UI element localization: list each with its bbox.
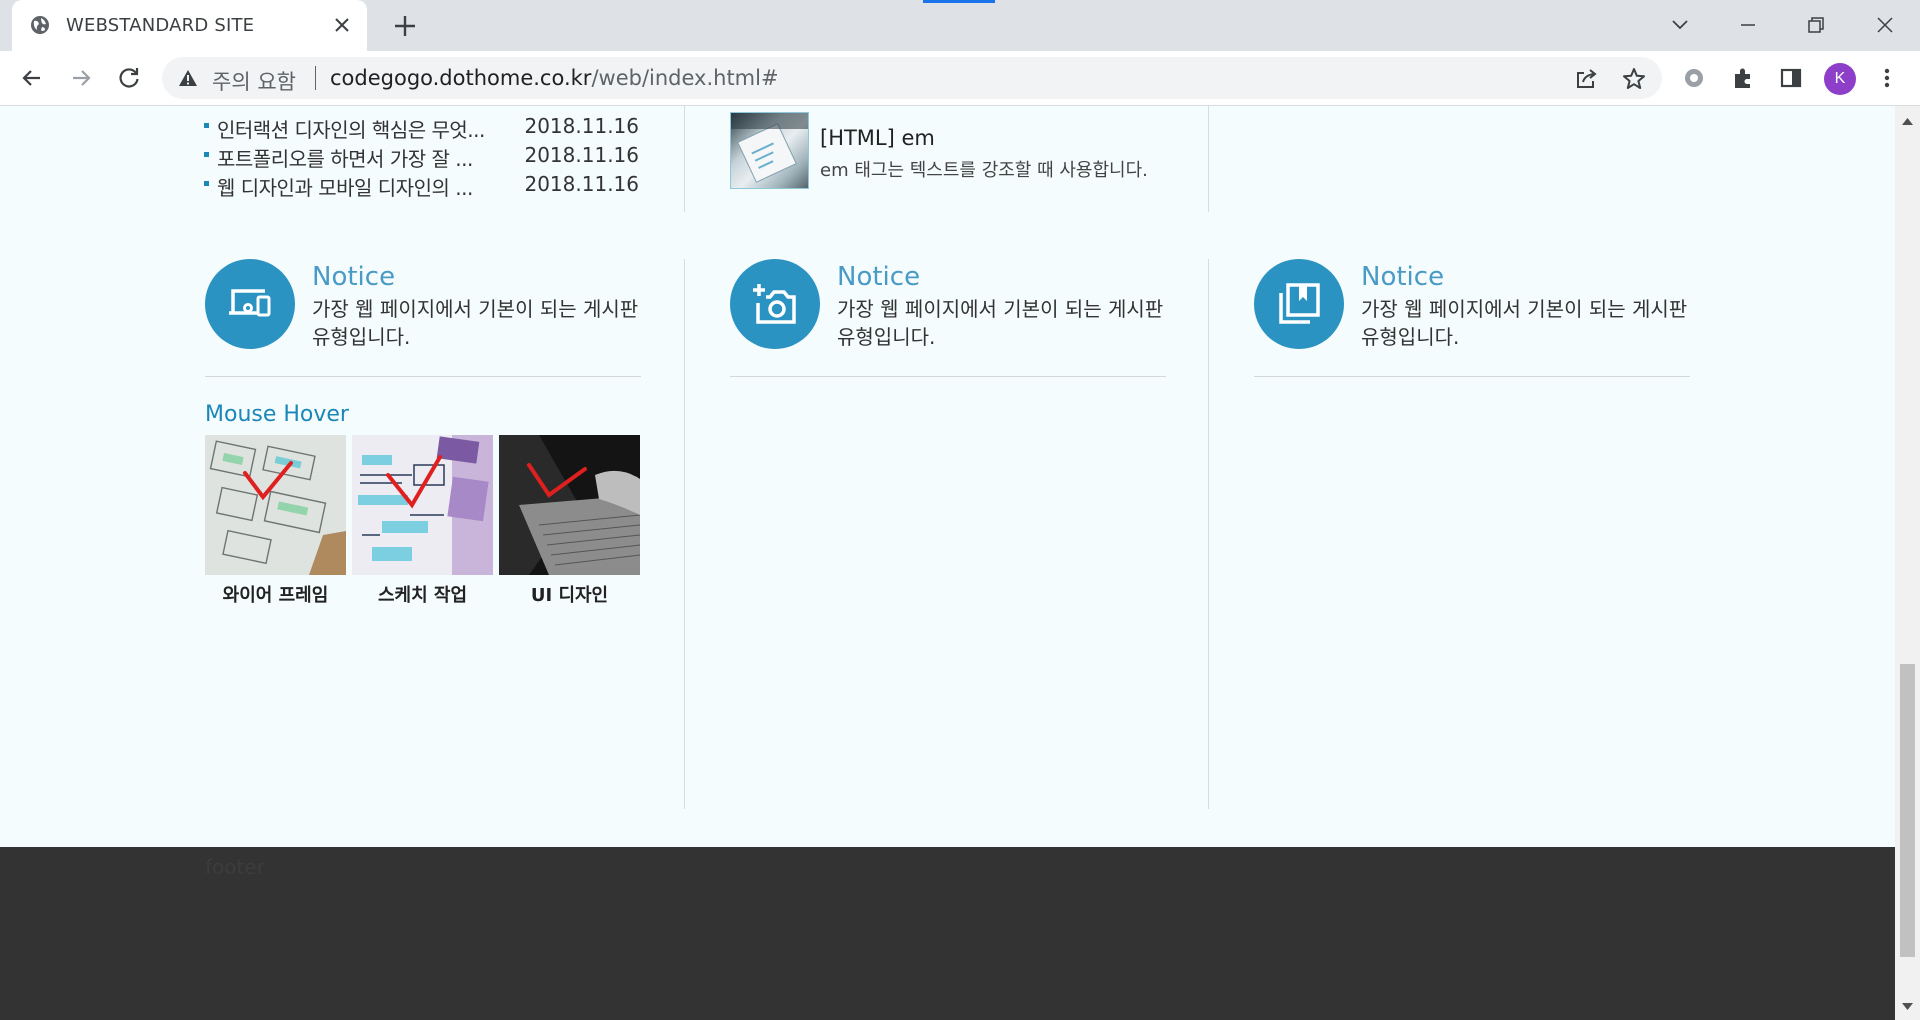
browser-toolbar: 주의 요함 codegogo.dothome.co.kr/web/index.h… bbox=[0, 51, 1920, 106]
more-menu-icon[interactable] bbox=[1873, 64, 1901, 92]
notice-title[interactable]: Notice bbox=[1361, 262, 1444, 292]
tab-strip: WEBSTANDARD SITE bbox=[0, 0, 1920, 51]
reload-icon[interactable] bbox=[115, 64, 143, 92]
notice-icon-circle bbox=[1254, 259, 1344, 349]
bullet bbox=[204, 181, 209, 186]
feature-description: em 태그는 텍스트를 강조할 때 사용합니다. bbox=[820, 160, 1148, 181]
gallery-item[interactable]: 스케치 작업 bbox=[352, 435, 493, 607]
scrollbar-thumb[interactable] bbox=[1900, 664, 1915, 957]
gallery-caption: UI 디자인 bbox=[530, 585, 609, 606]
new-tab-icon[interactable] bbox=[392, 13, 418, 39]
notice-title[interactable]: Notice bbox=[837, 262, 920, 292]
scroll-up-icon[interactable] bbox=[1901, 116, 1914, 126]
gallery-caption: 와이어 프레임 bbox=[222, 585, 329, 606]
globe-icon bbox=[31, 16, 49, 34]
column-divider bbox=[1208, 106, 1209, 212]
browser-tab[interactable]: WEBSTANDARD SITE bbox=[12, 0, 367, 51]
notice-description: 가장 웹 페이지에서 기본이 되는 게시판 유형입니다. bbox=[312, 297, 639, 349]
news-date: 2018.11.16 bbox=[524, 114, 639, 138]
list-item[interactable]: 인터랙션 디자인의 핵심은 무엇... 2018.11.16 bbox=[203, 112, 639, 143]
tab-search-icon[interactable] bbox=[1665, 10, 1695, 40]
news-date: 2018.11.16 bbox=[524, 172, 639, 196]
news-list: 인터랙션 디자인의 핵심은 무엇... 2018.11.16 포트폴리오를 하면… bbox=[203, 112, 639, 201]
page-viewport: 인터랙션 디자인의 핵심은 무엇... 2018.11.16 포트폴리오를 하면… bbox=[0, 106, 1895, 1020]
bullet bbox=[204, 152, 209, 157]
notice-description: 가장 웹 페이지에서 기본이 되는 게시판 유형입니다. bbox=[837, 297, 1164, 349]
notice-description: 가장 웹 페이지에서 기본이 되는 게시판 유형입니다. bbox=[1361, 297, 1688, 349]
list-item[interactable]: 웹 디자인과 모바일 디자인의 ... 2018.11.16 bbox=[203, 170, 639, 201]
gallery-title: Mouse Hover bbox=[205, 402, 349, 427]
forward-icon[interactable] bbox=[67, 64, 95, 92]
news-title[interactable]: 포트폴리오를 하면서 가장 잘 ... bbox=[217, 143, 473, 172]
notice-card[interactable]: Notice 가장 웹 페이지에서 기본이 되는 게시판 유형입니다. bbox=[205, 259, 641, 377]
notice-icon-circle bbox=[730, 259, 820, 349]
column-divider bbox=[1208, 259, 1209, 809]
column-divider bbox=[684, 259, 685, 809]
close-window-icon[interactable] bbox=[1870, 10, 1900, 40]
column-divider bbox=[684, 106, 685, 212]
footer-text: footer bbox=[205, 855, 265, 879]
address-bar[interactable]: 주의 요함 codegogo.dothome.co.kr/web/index.h… bbox=[162, 57, 1662, 99]
side-panel-icon[interactable] bbox=[1777, 64, 1805, 92]
notice-icon-circle bbox=[205, 259, 295, 349]
bookmark-star-icon[interactable] bbox=[1620, 65, 1648, 93]
profile-avatar[interactable]: K bbox=[1824, 63, 1856, 95]
gallery-item[interactable]: UI 디자인 bbox=[499, 435, 640, 607]
footer: footer bbox=[0, 847, 1895, 1020]
sketch-image[interactable] bbox=[352, 435, 493, 575]
hover-gallery: 와이어 프레임 스케치 작업 UI 디자인 bbox=[205, 435, 641, 606]
url-domain: codegogo.dothome.co.kr bbox=[330, 66, 592, 90]
devices-icon bbox=[229, 289, 271, 317]
minimize-icon[interactable] bbox=[1733, 10, 1763, 40]
omnibox-divider bbox=[315, 66, 316, 90]
vertical-scrollbar[interactable] bbox=[1895, 106, 1920, 1020]
gallery-item[interactable]: 와이어 프레임 bbox=[205, 435, 346, 607]
gallery-caption: 스케치 작업 bbox=[377, 585, 468, 606]
notice-card[interactable]: Notice 가장 웹 페이지에서 기본이 되는 게시판 유형입니다. bbox=[730, 259, 1166, 377]
library-bookmark-icon bbox=[1279, 283, 1320, 324]
wireframe-image[interactable] bbox=[205, 435, 346, 575]
scroll-down-icon[interactable] bbox=[1901, 1002, 1914, 1012]
notice-card[interactable]: Notice 가장 웹 페이지에서 기본이 되는 게시판 유형입니다. bbox=[1254, 259, 1690, 377]
news-title[interactable]: 인터랙션 디자인의 핵심은 무엇... bbox=[217, 114, 485, 143]
feature-thumbnail[interactable] bbox=[730, 112, 809, 189]
tab-highlight bbox=[923, 0, 995, 3]
share-icon[interactable] bbox=[1572, 65, 1600, 93]
restore-icon[interactable] bbox=[1801, 10, 1831, 40]
url-text[interactable]: codegogo.dothome.co.kr/web/index.html# bbox=[330, 66, 779, 90]
close-tab-icon[interactable] bbox=[331, 14, 353, 36]
news-date: 2018.11.16 bbox=[524, 143, 639, 167]
back-icon[interactable] bbox=[18, 64, 46, 92]
extensions-puzzle-icon[interactable] bbox=[1729, 64, 1757, 92]
list-item[interactable]: 포트폴리오를 하면서 가장 잘 ... 2018.11.16 bbox=[203, 141, 639, 172]
url-path: /web/index.html# bbox=[591, 66, 779, 90]
extension-gear-icon[interactable] bbox=[1680, 64, 1708, 92]
ui-design-image[interactable] bbox=[499, 435, 640, 575]
news-title[interactable]: 웹 디자인과 모바일 디자인의 ... bbox=[217, 172, 473, 201]
bullet bbox=[204, 123, 209, 128]
warning-icon[interactable] bbox=[178, 69, 198, 87]
tab-title: WEBSTANDARD SITE bbox=[66, 15, 255, 36]
feature-title[interactable]: [HTML] em bbox=[820, 126, 935, 150]
add-camera-icon bbox=[753, 284, 796, 324]
security-label[interactable]: 주의 요함 bbox=[212, 66, 296, 96]
notice-title[interactable]: Notice bbox=[312, 262, 395, 292]
